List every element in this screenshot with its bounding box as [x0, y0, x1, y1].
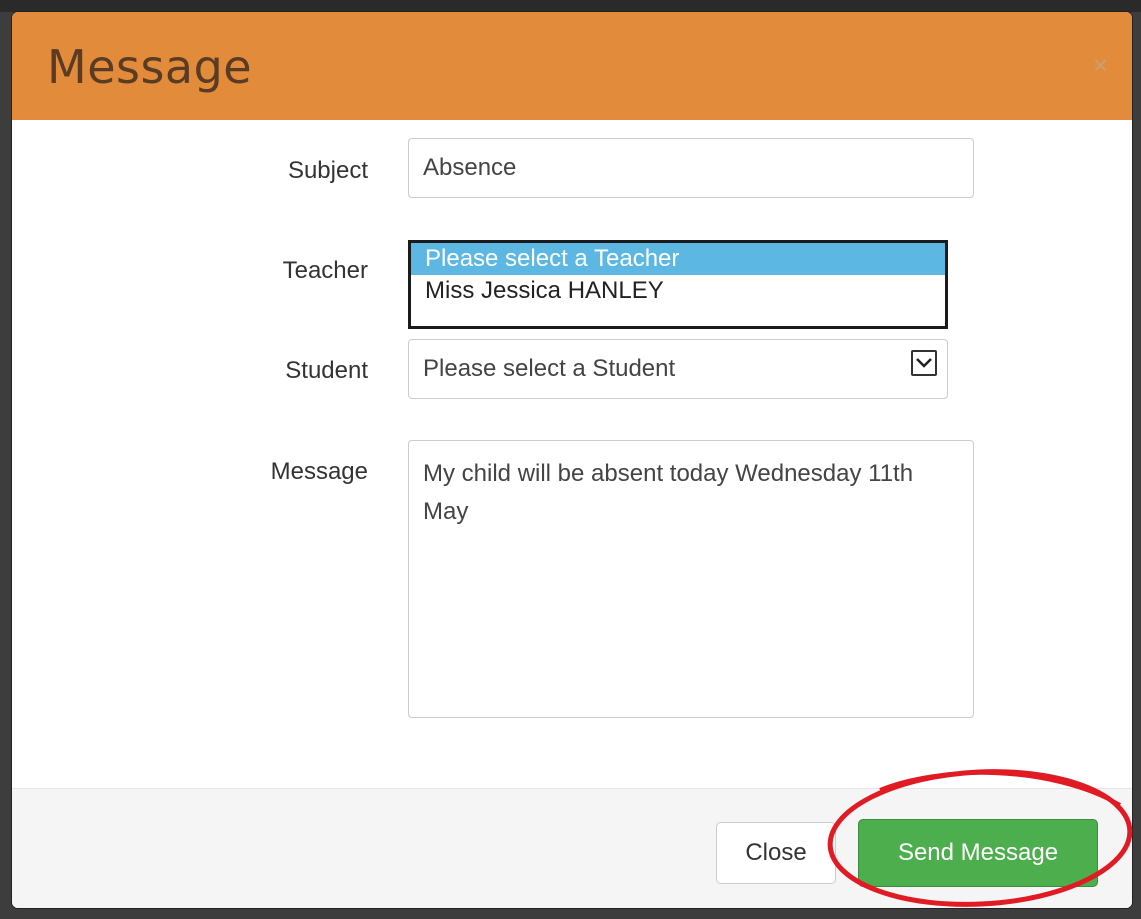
- teacher-option[interactable]: Miss Jessica HANLEY: [411, 275, 945, 307]
- modal-title: Message: [47, 40, 253, 94]
- send-message-button[interactable]: Send Message: [858, 819, 1098, 887]
- teacher-label: Teacher: [282, 257, 368, 284]
- teacher-option[interactable]: Please select a Teacher: [411, 243, 945, 275]
- message-textarea[interactable]: My child will be absent today Wednesday …: [408, 440, 974, 718]
- message-modal: Message × Subject Teacher Please select …: [12, 12, 1132, 908]
- message-label: Message: [270, 458, 368, 485]
- teacher-listbox[interactable]: Please select a Teacher Miss Jessica HAN…: [408, 240, 948, 329]
- student-select[interactable]: Please select a Student: [408, 339, 948, 399]
- close-icon[interactable]: ×: [1093, 52, 1108, 78]
- modal-footer: Close Send Message: [12, 788, 1132, 908]
- subject-label: Subject: [287, 157, 368, 184]
- subject-input[interactable]: [408, 138, 974, 198]
- background-page-strip: [0, 0, 1141, 12]
- close-button[interactable]: Close: [716, 822, 836, 884]
- chevron-down-icon[interactable]: [911, 350, 937, 376]
- student-select-value: Please select a Student: [423, 355, 676, 382]
- student-label: Student: [285, 357, 368, 384]
- modal-header: Message ×: [12, 12, 1132, 120]
